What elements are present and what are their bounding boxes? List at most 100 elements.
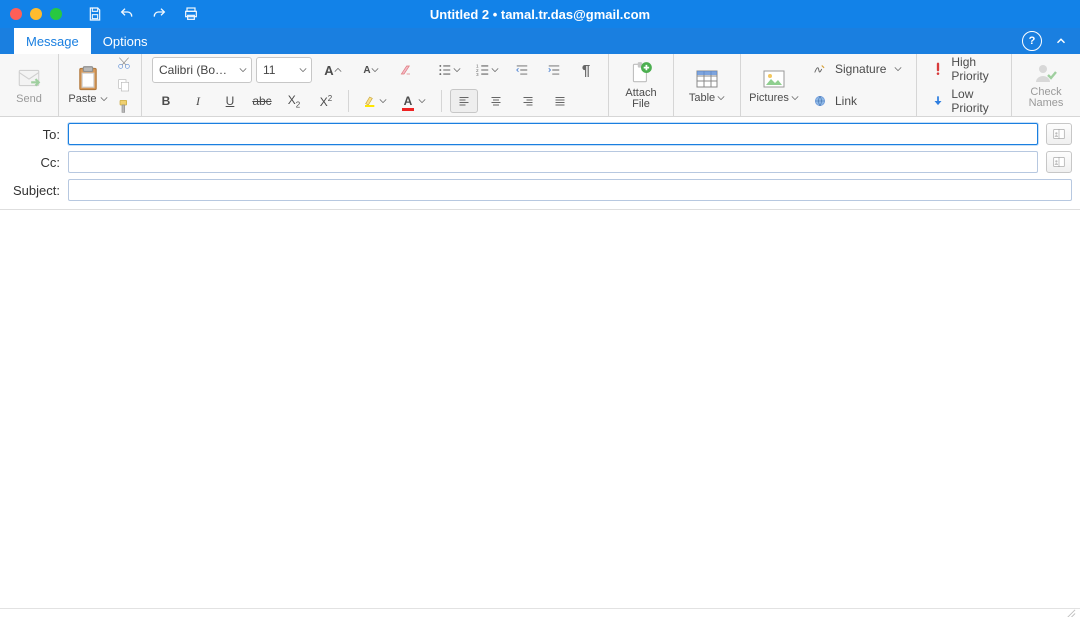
chevron-down-icon xyxy=(418,97,426,105)
send-label: Send xyxy=(16,93,42,105)
underline-button[interactable]: U xyxy=(216,89,244,113)
check-names-icon xyxy=(1031,61,1061,85)
table-icon xyxy=(692,67,722,91)
chevron-down-icon xyxy=(491,66,499,74)
high-priority-icon xyxy=(931,61,945,77)
to-address-book-button[interactable] xyxy=(1046,123,1072,145)
picture-icon xyxy=(759,67,789,91)
subject-field[interactable] xyxy=(68,179,1072,201)
to-field[interactable] xyxy=(68,123,1038,145)
font-size-combo[interactable]: 11 xyxy=(256,57,312,83)
quick-access-toolbar xyxy=(86,5,200,23)
numbering-button[interactable]: 123 xyxy=(470,58,504,82)
cut-icon[interactable] xyxy=(115,55,133,71)
message-headers: To: Cc: Subject: xyxy=(0,117,1080,210)
font-name-value: Calibri (Bo… xyxy=(159,63,227,77)
ribbon: Send Paste xyxy=(0,54,1080,117)
align-left-button[interactable] xyxy=(450,89,478,113)
collapse-ribbon-icon[interactable] xyxy=(1052,32,1070,50)
chevron-down-icon xyxy=(791,94,799,102)
shrink-font-button[interactable]: A xyxy=(354,58,388,82)
pictures-button[interactable]: Pictures xyxy=(749,67,799,104)
chevron-down-icon xyxy=(894,65,902,73)
send-icon xyxy=(14,65,44,91)
strikethrough-button[interactable]: abc xyxy=(248,89,276,113)
zoom-window-button[interactable] xyxy=(50,8,62,20)
undo-icon[interactable] xyxy=(118,5,136,23)
attach-file-icon xyxy=(627,60,655,86)
status-bar xyxy=(0,608,1080,617)
caret-down-icon xyxy=(371,66,379,74)
group-insert: Pictures Signature Link xyxy=(741,54,917,116)
low-priority-button[interactable]: Low Priority xyxy=(925,88,1003,114)
send-button[interactable]: Send xyxy=(8,57,50,113)
group-table: Table xyxy=(674,54,741,116)
chevron-down-icon xyxy=(379,97,387,105)
table-button[interactable]: Table xyxy=(682,67,732,104)
subject-label: Subject: xyxy=(8,183,60,198)
caret-up-icon xyxy=(334,66,342,74)
group-attach: AttachFile xyxy=(609,54,674,116)
bullets-button[interactable] xyxy=(432,58,466,82)
check-names-button[interactable]: CheckNames xyxy=(1020,61,1072,109)
message-body[interactable] xyxy=(0,210,1080,608)
help-icon[interactable]: ? xyxy=(1022,31,1042,51)
group-font-paragraph: Calibri (Bo… 11 A A 123 ¶ xyxy=(142,54,609,116)
superscript-button[interactable]: X2 xyxy=(312,89,340,113)
chevron-down-icon xyxy=(299,66,307,74)
highlight-color-button[interactable] xyxy=(357,89,393,113)
cc-address-book-button[interactable] xyxy=(1046,151,1072,173)
group-check-names: CheckNames xyxy=(1012,54,1080,116)
italic-button[interactable]: I xyxy=(184,89,212,113)
redo-icon[interactable] xyxy=(150,5,168,23)
address-book-icon xyxy=(1051,155,1067,169)
font-color-button[interactable]: A xyxy=(397,89,433,113)
link-button[interactable]: Link xyxy=(805,88,863,114)
tab-options[interactable]: Options xyxy=(91,28,160,54)
align-justify-button[interactable] xyxy=(546,89,574,113)
font-name-combo[interactable]: Calibri (Bo… xyxy=(152,57,252,83)
align-right-button[interactable] xyxy=(514,89,542,113)
paste-dropdown[interactable]: Paste xyxy=(68,93,107,105)
increase-indent-button[interactable] xyxy=(540,58,568,82)
paste-icon xyxy=(74,65,102,93)
address-book-icon xyxy=(1051,127,1067,141)
align-center-button[interactable] xyxy=(482,89,510,113)
window-controls xyxy=(10,8,62,20)
ribbon-tabs: Message Options ? xyxy=(0,28,1080,54)
paragraph-marks-button[interactable]: ¶ xyxy=(572,58,600,82)
group-send: Send xyxy=(0,54,59,116)
group-clipboard: Paste xyxy=(59,54,142,116)
close-window-button[interactable] xyxy=(10,8,22,20)
attach-file-button[interactable]: AttachFile xyxy=(617,60,665,110)
chevron-down-icon xyxy=(100,95,108,103)
svg-text:3: 3 xyxy=(476,72,479,77)
cc-field[interactable] xyxy=(68,151,1038,173)
chevron-down-icon xyxy=(453,66,461,74)
cc-label: Cc: xyxy=(8,155,60,170)
low-priority-icon xyxy=(931,93,945,109)
title-bar: Untitled 2 • tamal.tr.das@gmail.com xyxy=(0,0,1080,28)
compose-window: Untitled 2 • tamal.tr.das@gmail.com Mess… xyxy=(0,0,1080,617)
signature-icon xyxy=(811,62,829,76)
save-icon[interactable] xyxy=(86,5,104,23)
resize-grip-icon[interactable] xyxy=(1065,608,1076,617)
font-size-value: 11 xyxy=(263,63,275,77)
subscript-button[interactable]: X2 xyxy=(280,89,308,113)
high-priority-button[interactable]: High Priority xyxy=(925,56,1003,82)
copy-icon[interactable] xyxy=(115,77,133,93)
bold-button[interactable]: B xyxy=(152,89,180,113)
link-icon xyxy=(811,94,829,108)
clear-formatting-button[interactable] xyxy=(392,58,420,82)
grow-font-button[interactable]: A xyxy=(316,58,350,82)
signature-button[interactable]: Signature xyxy=(805,56,908,82)
tab-message[interactable]: Message xyxy=(14,28,91,54)
to-label: To: xyxy=(8,127,60,142)
paste-button[interactable]: Paste xyxy=(67,57,109,113)
minimize-window-button[interactable] xyxy=(30,8,42,20)
format-painter-icon[interactable] xyxy=(115,99,133,115)
group-priority: High Priority Low Priority xyxy=(917,54,1012,116)
chevron-down-icon xyxy=(239,66,247,74)
print-icon[interactable] xyxy=(182,5,200,23)
decrease-indent-button[interactable] xyxy=(508,58,536,82)
